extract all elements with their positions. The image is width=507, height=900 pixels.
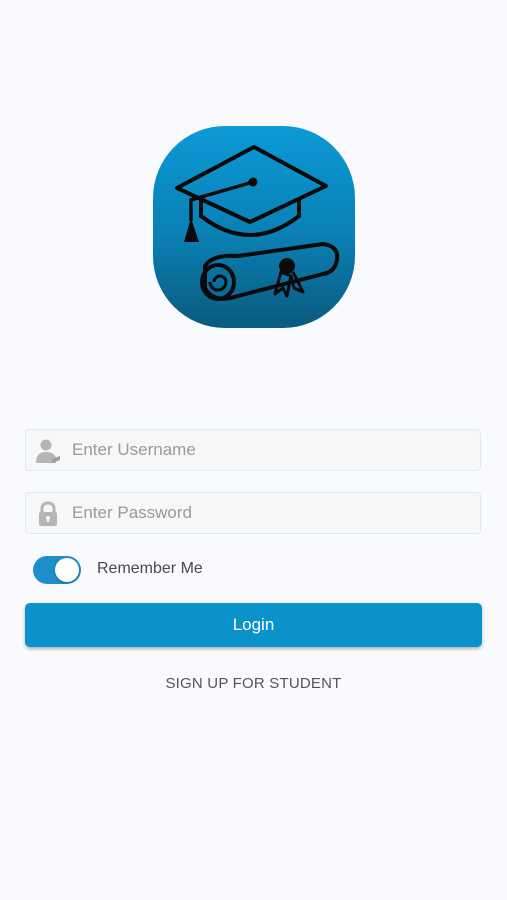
app-logo <box>153 126 355 328</box>
toggle-knob <box>55 558 79 582</box>
password-input[interactable] <box>72 493 472 533</box>
login-button[interactable]: Login <box>25 603 482 647</box>
signup-link[interactable]: SIGN UP FOR STUDENT <box>0 675 507 692</box>
username-input[interactable] <box>72 430 472 470</box>
password-field[interactable] <box>25 492 481 534</box>
username-field[interactable] <box>25 429 481 471</box>
lock-icon <box>34 500 62 528</box>
remember-me-label: Remember Me <box>97 560 203 577</box>
remember-me-toggle[interactable] <box>33 556 81 584</box>
user-icon <box>34 437 62 465</box>
graduation-cap-diploma-icon <box>175 145 340 301</box>
